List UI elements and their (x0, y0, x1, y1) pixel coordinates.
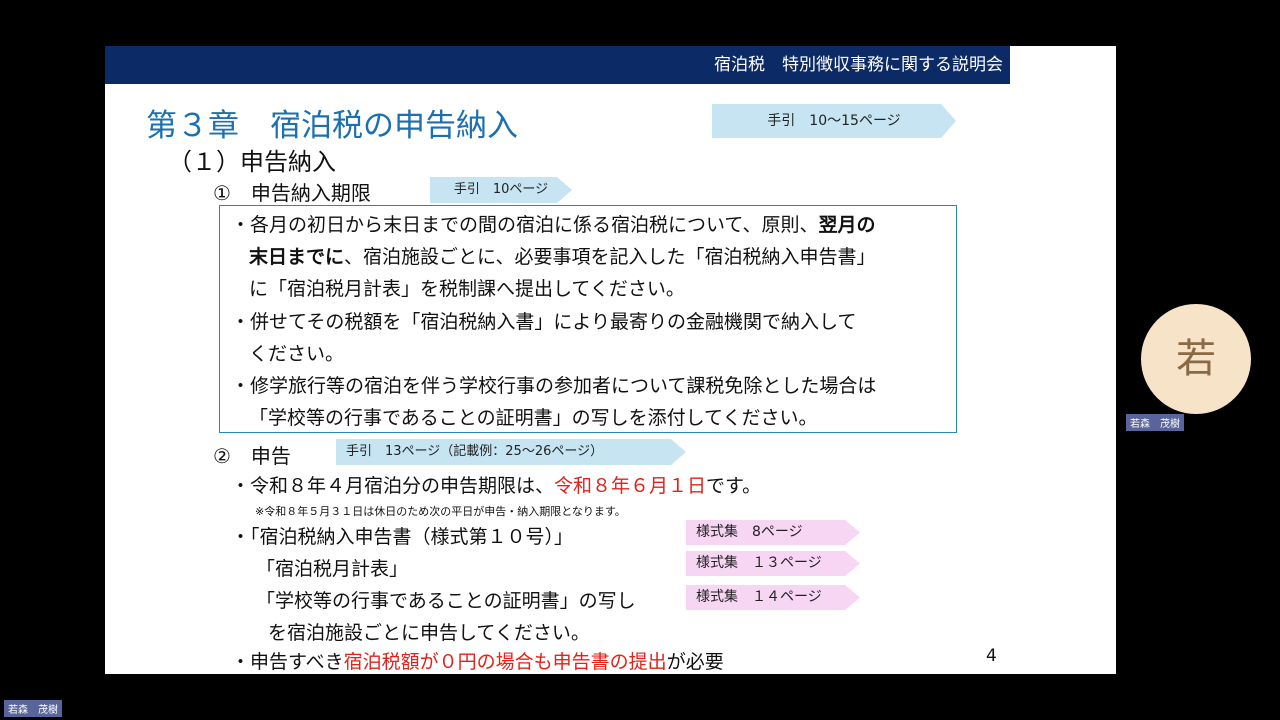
form-tag-1: 様式集 8ページ (686, 520, 860, 545)
form-line-2: 「宿泊税月計表」 (256, 558, 409, 580)
page-number: 4 (986, 646, 997, 666)
section-title: （１）申告納入 (168, 148, 336, 176)
zero-tax-line: ・申告すべき宿泊税額が０円の場合も申告書の提出が必要 (231, 651, 724, 673)
participant-avatar[interactable]: 若 (1141, 304, 1251, 414)
holiday-note: ※令和８年５月３１日は休日のため次の平日が申告・納入期限となります。 (255, 505, 626, 518)
form-line-3: 「学校等の行事であることの証明書」の写し (256, 590, 636, 612)
deadline-line-4: ・併せてその税額を「宿泊税納入書」により最寄りの金融機関で納入して (231, 311, 857, 333)
guide-tag-chapter: 手引 10～15ページ (712, 104, 956, 138)
participant-name-label: 若森 茂樹 (1126, 414, 1184, 431)
deadline-line-2: 末日までに、宿泊施設ごとに、必要事項を記入した「宿泊税納入申告書」 (249, 246, 876, 268)
forms-tail-line: を宿泊施設ごとに申告してください。 (268, 622, 590, 644)
deadline-line-7: 「学校等の行事であることの証明書」の写しを添付してください。 (249, 407, 818, 429)
deadline-line-1: ・各月の初日から末日までの間の宿泊に係る宿泊税について、原則、翌月の (231, 214, 876, 236)
guide-tag-filing: 手引 13ページ（記載例：25～26ページ） (336, 439, 686, 465)
form-line-1: ・「宿泊税納入申告書（様式第１０号）」 (231, 526, 574, 548)
guide-tag-deadline: 手引 10ページ (430, 177, 572, 203)
deadline-line-6: ・修学旅行等の宿泊を伴う学校行事の参加者について課税免除とした場合は (231, 375, 877, 397)
chapter-title: 第３章 宿泊税の申告納入 (146, 108, 518, 144)
form-tag-3: 様式集 １４ページ (686, 585, 860, 610)
slide-header-title: 宿泊税 特別徴収事務に関する説明会 (714, 55, 1003, 75)
filing-deadline-line: ・令和８年４月宿泊分の申告期限は、令和８年６月１日です。 (231, 475, 762, 497)
form-tag-2: 様式集 １３ページ (686, 551, 860, 576)
deadline-line-5: ください。 (249, 343, 345, 365)
subsection-deadline-title: ① 申告納入期限 (213, 181, 371, 205)
subsection-filing-title: ② 申告 (213, 444, 291, 468)
deadline-line-3: に「宿泊税月計表」を税制課へ提出してください。 (249, 278, 685, 300)
self-view-name-label: 若森 茂樹 (4, 700, 62, 717)
